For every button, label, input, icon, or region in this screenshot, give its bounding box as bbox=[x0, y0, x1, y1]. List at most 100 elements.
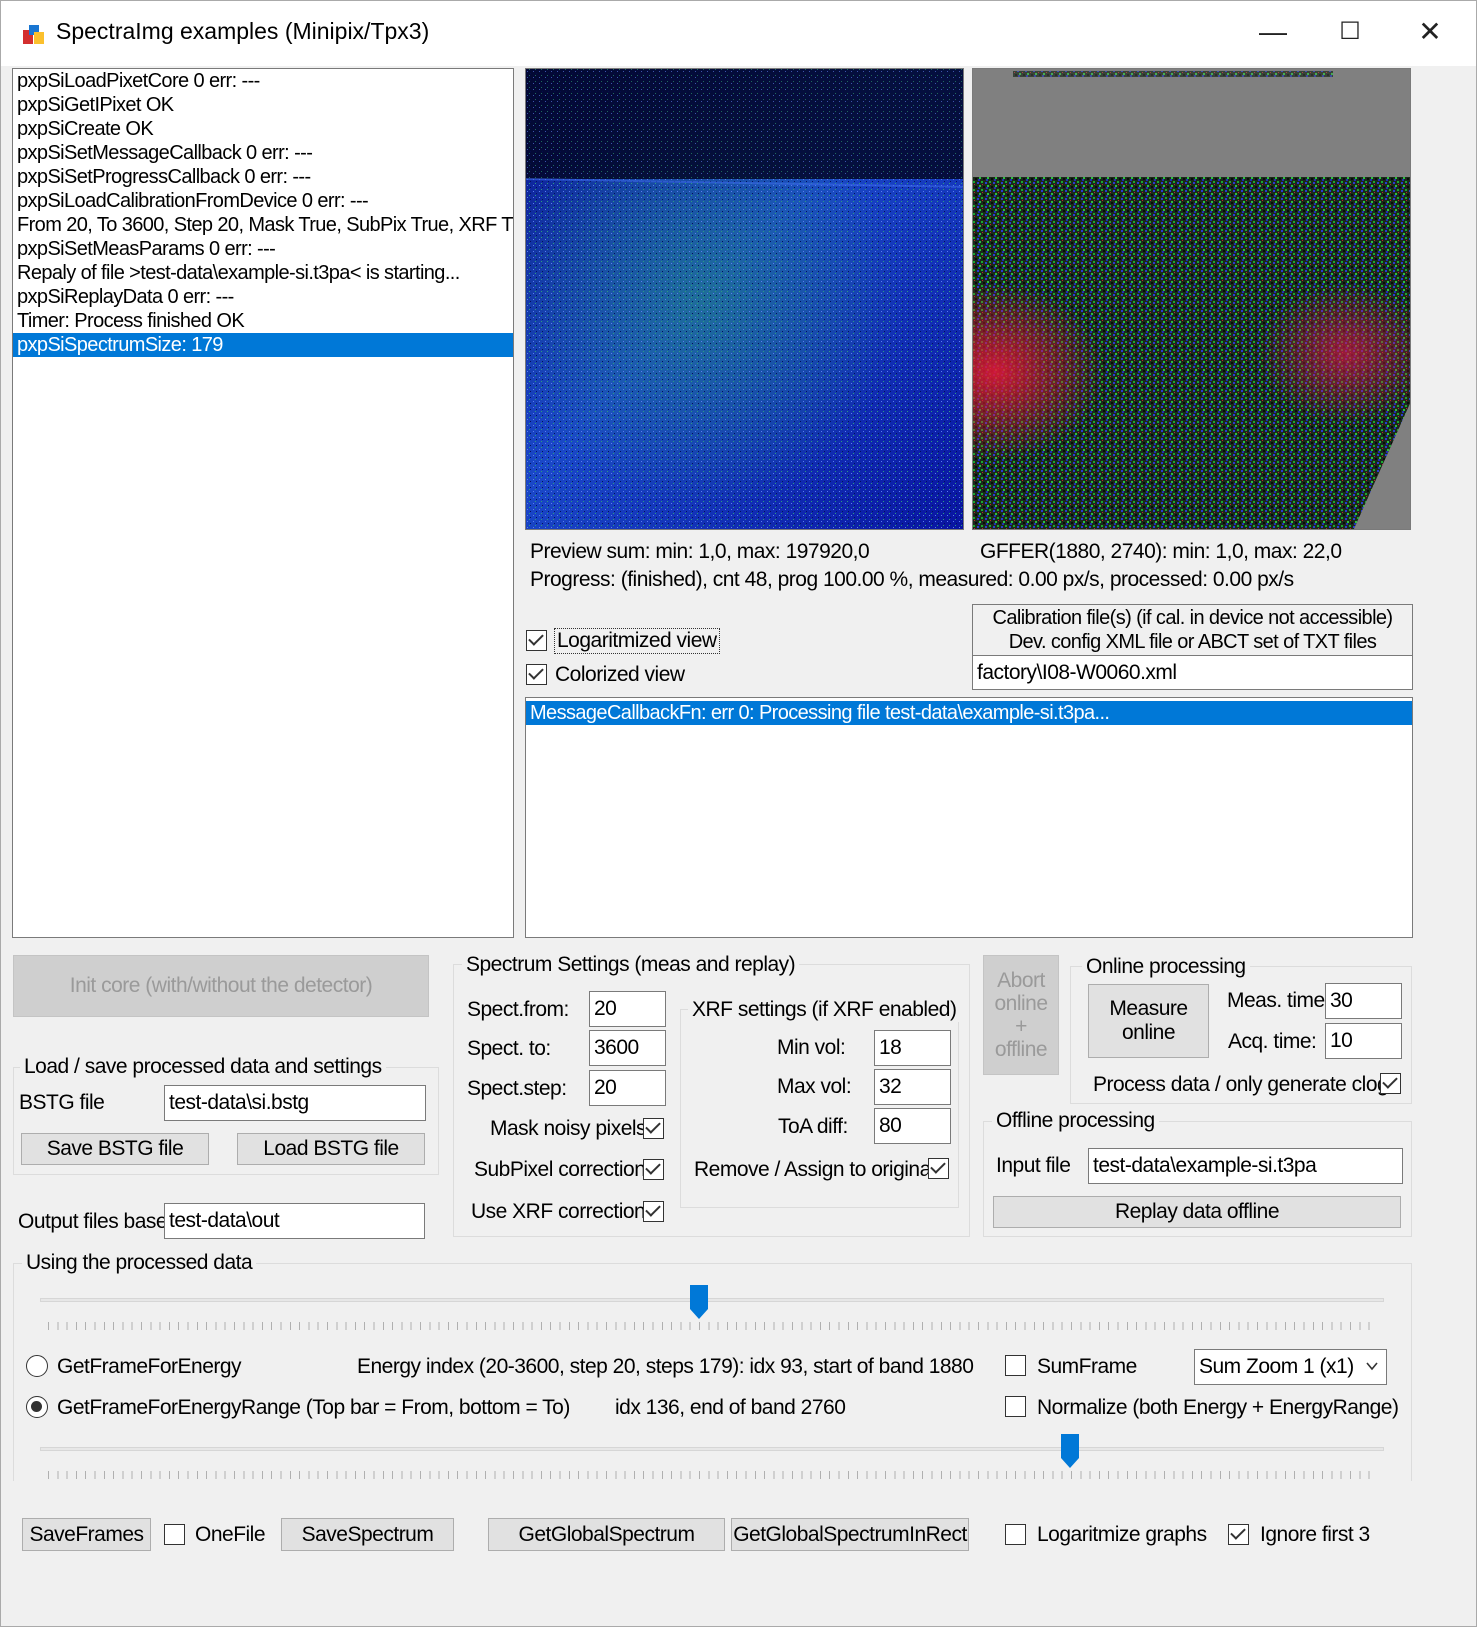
ignore-first-label: Ignore first 3 bbox=[1260, 1523, 1370, 1546]
remove-assign-label: Remove / Assign to original bbox=[694, 1158, 935, 1181]
app-icon bbox=[23, 25, 44, 44]
log-list-item[interactable]: From 20, To 3600, Step 20, Mask True, Su… bbox=[13, 213, 513, 237]
calibration-file-input[interactable]: factory\I08-W0060.xml bbox=[972, 655, 1413, 690]
get-global-spectrum-button[interactable]: GetGlobalSpectrum bbox=[488, 1518, 725, 1551]
max-vol-input[interactable]: 32 bbox=[874, 1069, 951, 1105]
abort-button[interactable]: Abort online + offline bbox=[983, 955, 1059, 1075]
window-title: SpectraImg examples (Minipix/Tpx3) bbox=[56, 18, 430, 44]
toa-diff-label: ToA diff: bbox=[778, 1115, 848, 1138]
bstg-label: BSTG file bbox=[19, 1091, 105, 1114]
get-global-spectrum-rect-button[interactable]: GetGlobalSpectrumInRect bbox=[731, 1518, 969, 1551]
meas-time-input[interactable]: 30 bbox=[1325, 983, 1402, 1019]
sumframe-label: SumFrame bbox=[1037, 1355, 1137, 1378]
subpixel-checkbox[interactable] bbox=[643, 1159, 664, 1180]
acq-time-label: Acq. time: bbox=[1228, 1030, 1317, 1053]
acq-time-input[interactable]: 10 bbox=[1325, 1023, 1402, 1059]
title-bar: SpectraImg examples (Minipix/Tpx3) — ☐ ✕ bbox=[0, 0, 1477, 66]
slider-thumb-icon[interactable] bbox=[690, 1285, 708, 1319]
get-frame-energy-label[interactable]: GetFrameForEnergy bbox=[57, 1355, 242, 1379]
colorized-view-label[interactable]: Colorized view bbox=[555, 663, 685, 687]
save-spectrum-button[interactable]: SaveSpectrum bbox=[281, 1518, 454, 1551]
message-list-item[interactable]: MessageCallbackFn: err 0: Processing fil… bbox=[526, 701, 1412, 725]
log-graphs-label: Logaritmize graphs bbox=[1037, 1523, 1207, 1546]
log-list-item[interactable]: pxpSiGetIPixet OK bbox=[13, 93, 513, 117]
preview-image[interactable] bbox=[525, 68, 964, 530]
spect-from-label: Spect.from: bbox=[467, 998, 569, 1021]
remove-assign-checkbox[interactable] bbox=[928, 1158, 949, 1179]
close-icon[interactable]: ✕ bbox=[1405, 12, 1455, 52]
abort-line2: online bbox=[994, 992, 1048, 1015]
min-vol-input[interactable]: 18 bbox=[874, 1030, 951, 1066]
maximize-icon[interactable]: ☐ bbox=[1325, 12, 1375, 52]
mask-noisy-label: Mask noisy pixels bbox=[490, 1117, 647, 1140]
minimize-icon[interactable]: — bbox=[1248, 12, 1298, 52]
calibration-line2: Dev. config XML file or ABCT set of TXT … bbox=[1008, 631, 1377, 653]
save-bstg-button[interactable]: Save BSTG file bbox=[21, 1133, 209, 1165]
log-list-item[interactable]: Timer: Process finished OK bbox=[13, 309, 513, 333]
measure-line2: online bbox=[1121, 1021, 1176, 1044]
log-list-item[interactable]: Repaly of file >test-data\example-si.t3p… bbox=[13, 261, 513, 285]
log-view-checkbox[interactable] bbox=[526, 630, 547, 651]
colorized-view-checkbox[interactable] bbox=[526, 664, 547, 685]
use-xrf-checkbox[interactable] bbox=[643, 1201, 664, 1222]
sumframe-checkbox[interactable] bbox=[1005, 1355, 1026, 1376]
bstg-file-input[interactable]: test-data\si.bstg bbox=[164, 1085, 426, 1121]
spect-step-input[interactable]: 20 bbox=[589, 1070, 666, 1106]
replay-offline-button[interactable]: Replay data offline bbox=[993, 1196, 1401, 1228]
process-data-checkbox[interactable] bbox=[1380, 1073, 1401, 1094]
measure-online-button[interactable]: Measure online bbox=[1088, 984, 1209, 1058]
energy-end-text: idx 136, end of band 2760 bbox=[615, 1396, 846, 1419]
message-list[interactable]: MessageCallbackFn: err 0: Processing fil… bbox=[525, 697, 1413, 938]
output-label: Output files base bbox=[18, 1210, 168, 1233]
spect-from-input[interactable]: 20 bbox=[589, 991, 666, 1027]
offline-title: Offline processing bbox=[992, 1109, 1159, 1133]
slider-ticks bbox=[48, 1322, 1378, 1330]
output-base-input[interactable]: test-data\out bbox=[164, 1203, 425, 1239]
log-list-item[interactable]: pxpSiLoadCalibrationFromDevice 0 err: --… bbox=[13, 189, 513, 213]
log-list-item[interactable]: pxpSiCreate OK bbox=[13, 117, 513, 141]
slider-track bbox=[40, 1447, 1384, 1451]
abort-line4: offline bbox=[994, 1038, 1048, 1061]
log-graphs-checkbox[interactable] bbox=[1005, 1524, 1026, 1545]
mask-noisy-checkbox[interactable] bbox=[643, 1118, 664, 1139]
get-frame-energy-radio[interactable] bbox=[26, 1355, 48, 1377]
min-vol-label: Min vol: bbox=[777, 1036, 846, 1059]
get-frame-range-label[interactable]: GetFrameForEnergyRange (Top bar = From, … bbox=[57, 1396, 570, 1420]
save-frames-button[interactable]: SaveFrames bbox=[22, 1518, 151, 1551]
gffer-image[interactable] bbox=[972, 68, 1411, 530]
spect-to-label: Spect. to: bbox=[467, 1037, 551, 1060]
onefile-checkbox[interactable] bbox=[164, 1524, 185, 1545]
normalize-checkbox[interactable] bbox=[1005, 1396, 1026, 1417]
spect-to-input[interactable]: 3600 bbox=[589, 1030, 666, 1066]
input-file-input[interactable]: test-data\example-si.t3pa bbox=[1088, 1148, 1403, 1184]
spectrum-settings-title: Spectrum Settings (meas and replay) bbox=[462, 953, 800, 977]
log-list-item[interactable]: pxpSiReplayData 0 err: --- bbox=[13, 285, 513, 309]
gffer-caption: GFFER(1880, 2740): min: 1,0, max: 22,0 bbox=[980, 540, 1342, 563]
ignore-first-checkbox[interactable] bbox=[1228, 1524, 1249, 1545]
log-list-item[interactable]: pxpSiSetMessageCallback 0 err: --- bbox=[13, 141, 513, 165]
load-bstg-button[interactable]: Load BSTG file bbox=[237, 1133, 425, 1165]
chevron-down-icon bbox=[1366, 1362, 1378, 1371]
sum-zoom-value: Sum Zoom 1 (x1) bbox=[1199, 1355, 1354, 1378]
energy-to-slider[interactable] bbox=[40, 1432, 1384, 1492]
log-list-item[interactable]: pxpSiSetMeasParams 0 err: --- bbox=[13, 237, 513, 261]
max-vol-label: Max vol: bbox=[777, 1075, 852, 1098]
get-frame-range-radio[interactable] bbox=[26, 1396, 48, 1418]
load-save-title: Load / save processed data and settings bbox=[20, 1055, 386, 1079]
toa-diff-input[interactable]: 80 bbox=[874, 1108, 951, 1144]
log-list-item[interactable]: pxpSiSpectrumSize: 179 bbox=[13, 333, 513, 357]
spect-step-label: Spect.step: bbox=[467, 1077, 567, 1100]
log-list-item[interactable]: pxpSiSetProgressCallback 0 err: --- bbox=[13, 165, 513, 189]
abort-line3: + bbox=[1015, 1015, 1027, 1038]
init-core-button[interactable]: Init core (with/without the detector) bbox=[13, 955, 429, 1017]
log-list-item[interactable]: pxpSiLoadPixetCore 0 err: --- bbox=[13, 69, 513, 93]
preview-caption: Preview sum: min: 1,0, max: 197920,0 bbox=[530, 540, 870, 563]
sum-zoom-select[interactable]: Sum Zoom 1 (x1) bbox=[1194, 1349, 1387, 1385]
slider-thumb-icon[interactable] bbox=[1061, 1434, 1079, 1468]
calibration-line1: Calibration file(s) (if cal. in device n… bbox=[992, 607, 1394, 629]
log-view-label[interactable]: Logaritmized view bbox=[554, 628, 720, 654]
energy-from-slider[interactable] bbox=[40, 1283, 1384, 1343]
abort-line1: Abort bbox=[997, 969, 1045, 992]
log-list[interactable]: pxpSiLoadPixetCore 0 err: --- pxpSiGetIPi… bbox=[12, 68, 514, 938]
slider-track bbox=[40, 1298, 1384, 1302]
